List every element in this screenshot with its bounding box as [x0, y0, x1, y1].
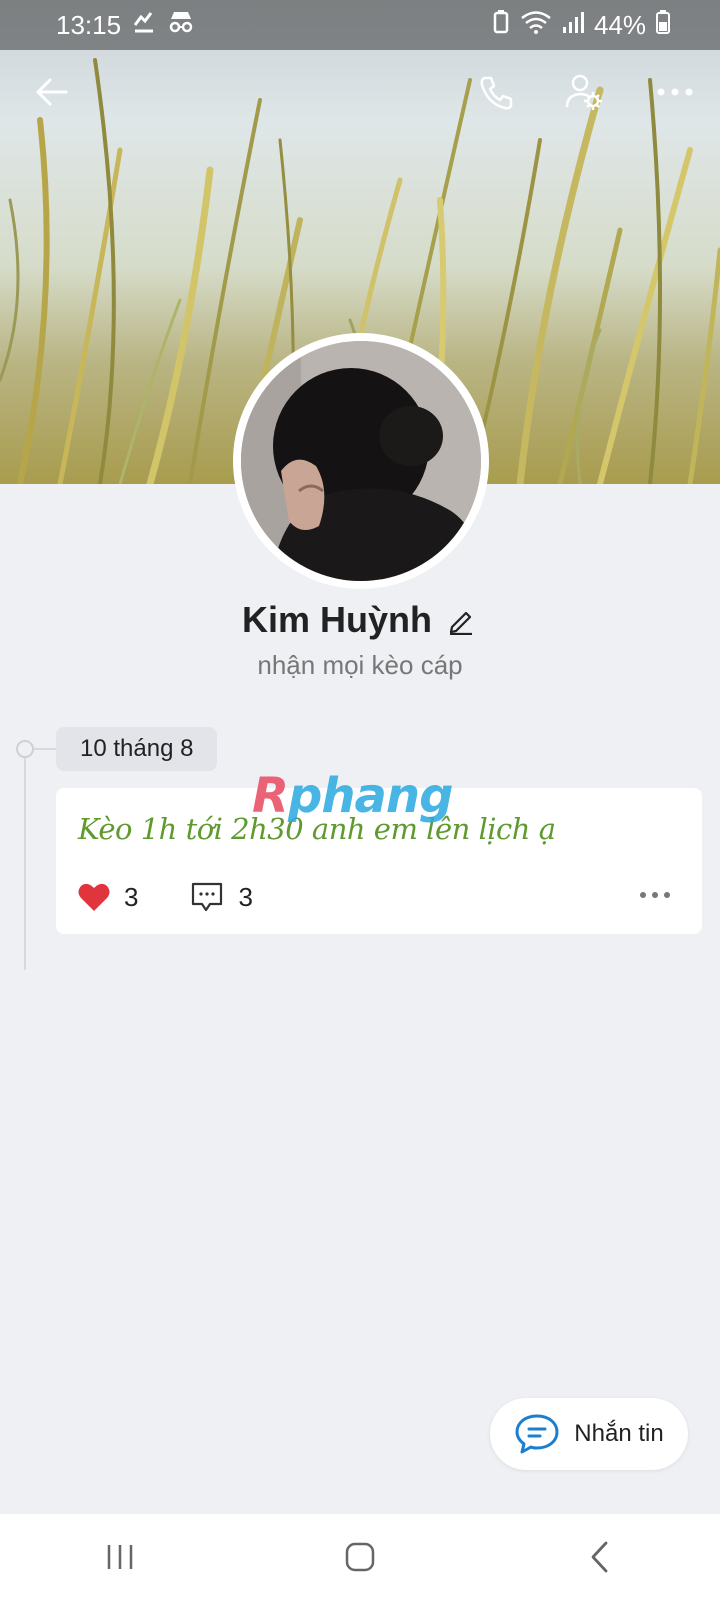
- status-bar: 13:15 44%: [0, 0, 720, 50]
- profile-name: Kim Huỳnh: [241, 599, 432, 640]
- profile-name-row: Kim Huỳnh: [0, 594, 720, 646]
- user-settings-icon: [565, 74, 602, 110]
- profile-header-actions: [0, 60, 720, 128]
- heart-icon: [78, 883, 110, 911]
- chat-bubble-icon: [515, 1414, 559, 1454]
- avatar-image: [241, 341, 481, 581]
- like-count: 3: [124, 881, 139, 912]
- date-chip: 10 tháng 8: [56, 727, 218, 771]
- nav-back-button[interactable]: [560, 1527, 640, 1587]
- back-icon: [591, 1541, 608, 1573]
- send-message-button[interactable]: Nhắn tin: [490, 1398, 688, 1470]
- profile-avatar[interactable]: [233, 333, 489, 589]
- comment-icon: [192, 882, 223, 912]
- home-icon: [345, 1542, 375, 1572]
- timeline-dot: [16, 740, 34, 758]
- post-card[interactable]: Kèo 1h tới 2h30 anh em lên lịch ạ Rphang…: [56, 768, 702, 934]
- timeline-tick: [34, 748, 56, 750]
- send-message-label: Nhắn tin: [574, 1420, 664, 1447]
- back-arrow-icon: [36, 78, 68, 106]
- comment-count: 3: [238, 881, 253, 912]
- call-button[interactable]: [464, 60, 528, 124]
- home-button[interactable]: [320, 1527, 400, 1587]
- system-nav-bar: [0, 1514, 720, 1600]
- wifi-icon: [520, 9, 552, 42]
- post-more-button[interactable]: [638, 888, 672, 906]
- more-dots-icon: [657, 88, 693, 96]
- timeline-line: [24, 748, 26, 970]
- recent-apps-button[interactable]: [80, 1527, 160, 1587]
- back-button[interactable]: [20, 60, 84, 124]
- pencil-icon: [449, 611, 472, 635]
- watermark-logo: Rphang: [252, 768, 453, 824]
- edit-name-button[interactable]: [446, 604, 478, 636]
- battery-percent: 44%: [593, 9, 646, 40]
- like-button[interactable]: 3: [78, 882, 138, 913]
- recent-apps-icon: [107, 1545, 133, 1569]
- signal-icon: [562, 9, 584, 42]
- battery-icon: [656, 9, 670, 42]
- post-actions: 3 3: [78, 880, 253, 914]
- more-dots-icon: [640, 892, 670, 898]
- profile-bio: nhận mọi kèo cáp: [257, 650, 463, 680]
- more-options-button[interactable]: [643, 60, 707, 124]
- battery-saver-icon: [492, 9, 510, 42]
- status-time: 13:15: [56, 9, 122, 40]
- usb-tether-icon: [131, 9, 157, 42]
- incognito-icon: [167, 9, 195, 42]
- comment-button[interactable]: 3: [190, 880, 253, 914]
- phone-icon: [480, 76, 513, 110]
- user-settings-button[interactable]: [552, 60, 616, 124]
